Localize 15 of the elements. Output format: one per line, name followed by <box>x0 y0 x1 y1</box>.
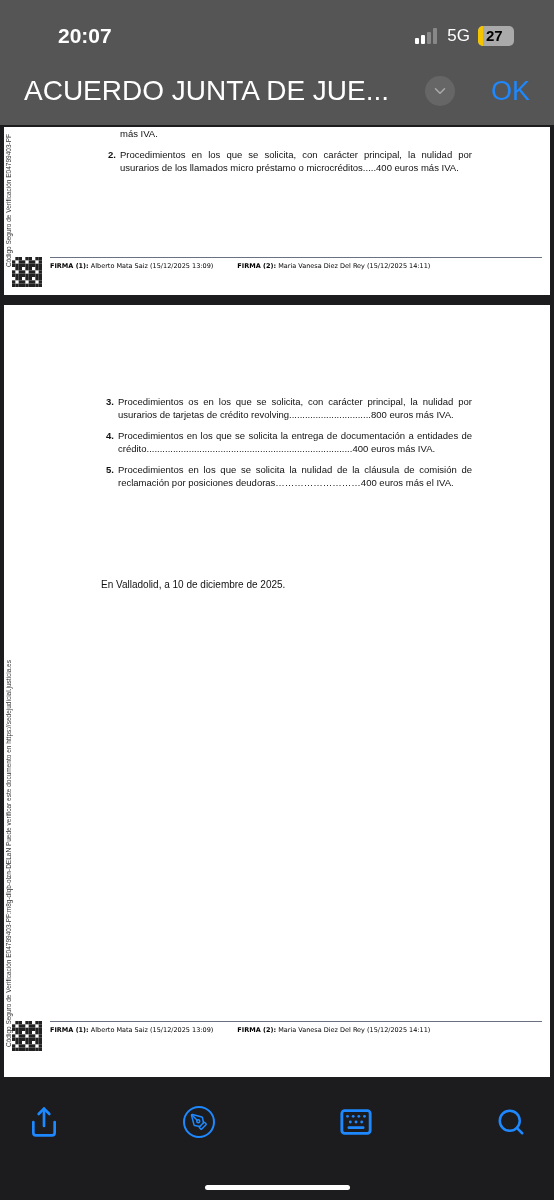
closing-line: En Valladolid, a 10 de diciembre de 2025. <box>100 578 287 592</box>
item-number: 2. <box>108 148 116 162</box>
paragraph: Procedimientos en los que se solicita, con carácter principal, la nulidad por usurarios de los llamados micro préstamo o microcréditos.....400 euros más IVA. <box>120 148 472 174</box>
document-title: ACUERDO JUNTA DE JUE... <box>24 74 391 108</box>
battery-indicator: 27 <box>485 26 504 46</box>
paragraph: Procedimientos en los que se solicita la entrega de documentación a entidades de crédito..............................................................................400 euros más IVA. <box>118 429 472 455</box>
clock: 20:07 <box>58 23 112 50</box>
item-number: 3. <box>106 395 114 409</box>
item-number: 5. <box>106 463 114 477</box>
paragraph: Procedimientos os en los que se solicita, con carácter principal, la nulidad por usurarios de tarjetas de crédito revolving...............................800 euros más IVA. <box>118 395 472 421</box>
paragraph: Procedimientos en los que se solicita la nulidad de la cláusula de comisión de reclamación por posiciones deudoras………………………400 euros más el IVA. <box>118 463 472 489</box>
done-button[interactable]: OK <box>491 70 530 112</box>
item-number: 4. <box>106 429 114 443</box>
paragraph: más IVA. <box>120 127 158 140</box>
network-label: 5G <box>447 25 470 48</box>
